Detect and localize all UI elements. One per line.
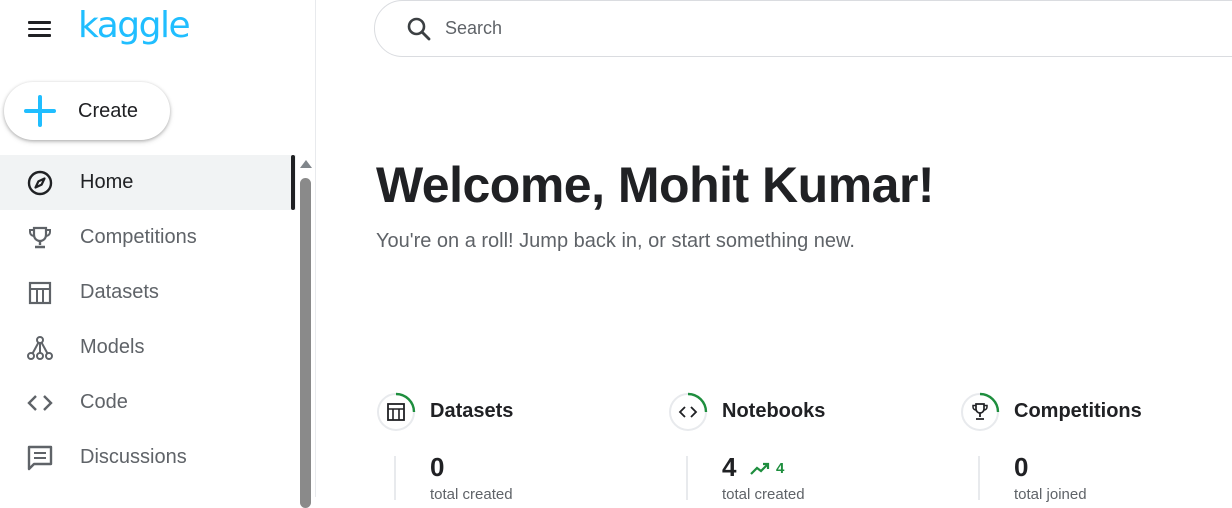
sidebar-item-label: Home: [80, 171, 134, 193]
create-button-label: Create: [78, 99, 139, 122]
stat-card-notebooks[interactable]: Notebooks 4 4 total created: [668, 390, 928, 503]
search-bar[interactable]: [374, 0, 1232, 57]
scroll-thumb[interactable]: [300, 178, 311, 508]
sidebar-item-label: Discussions: [80, 446, 187, 468]
stat-value: 0: [430, 452, 445, 482]
stat-title: Competitions: [1014, 400, 1142, 422]
search-icon: [407, 17, 431, 40]
progress-ring: [376, 392, 416, 432]
sidebar-item-label: Models: [80, 336, 145, 358]
divider: [978, 456, 980, 500]
sidebar-item-competitions[interactable]: Competitions: [0, 210, 296, 265]
sidebar-item-home[interactable]: Home: [0, 155, 296, 210]
stat-value: 0: [1014, 452, 1029, 482]
create-button[interactable]: Create: [4, 82, 170, 140]
stat-value: 4: [722, 452, 737, 482]
stat-caption: total created: [722, 486, 805, 503]
progress-ring: [668, 392, 708, 432]
trophy-icon: [26, 224, 54, 252]
trend-indicator: 4: [750, 460, 784, 477]
discussion-icon: [26, 444, 54, 472]
trending-up-icon: [750, 462, 770, 475]
progress-ring: [960, 392, 1000, 432]
trophy-icon: [972, 403, 988, 420]
compass-icon: [26, 169, 54, 197]
search-input[interactable]: [443, 17, 1043, 40]
divider: [686, 456, 688, 500]
table-icon: [26, 279, 54, 307]
stat-card-competitions[interactable]: Competitions 0 total joined: [960, 390, 1220, 503]
page-title: Welcome, Mohit Kumar!: [376, 157, 935, 213]
sidebar-item-discussions[interactable]: Discussions: [0, 430, 296, 485]
active-indicator: [291, 155, 295, 210]
stat-caption: total created: [430, 486, 513, 503]
stat-caption: total joined: [1014, 486, 1087, 503]
models-icon: [26, 334, 54, 362]
code-icon: [26, 389, 54, 417]
sidebar-item-models[interactable]: Models: [0, 320, 296, 375]
stat-card-datasets[interactable]: Datasets 0 total created: [376, 390, 636, 503]
trend-value: 4: [776, 460, 785, 477]
kaggle-logo[interactable]: kaggle: [78, 5, 191, 46]
sidebar-nav: Home Competitions Datasets Models Code D…: [0, 155, 296, 485]
plus-icon: [24, 95, 56, 127]
code-icon: [678, 406, 698, 418]
page-subtitle: You're on a roll! Jump back in, or start…: [376, 230, 855, 252]
menu-icon[interactable]: [24, 13, 56, 45]
stat-title: Datasets: [430, 400, 514, 422]
sidebar: kaggle Create Home Competitions Datasets: [0, 0, 316, 508]
sidebar-item-label: Competitions: [80, 226, 197, 248]
stat-title: Notebooks: [722, 400, 826, 422]
scroll-up-arrow-icon[interactable]: [300, 160, 312, 168]
table-icon: [387, 403, 405, 421]
sidebar-item-code[interactable]: Code: [0, 375, 296, 430]
sidebar-item-label: Datasets: [80, 281, 159, 303]
sidebar-scrollbar[interactable]: [299, 158, 313, 508]
sidebar-item-datasets[interactable]: Datasets: [0, 265, 296, 320]
divider: [394, 456, 396, 500]
sidebar-item-label: Code: [80, 391, 128, 413]
